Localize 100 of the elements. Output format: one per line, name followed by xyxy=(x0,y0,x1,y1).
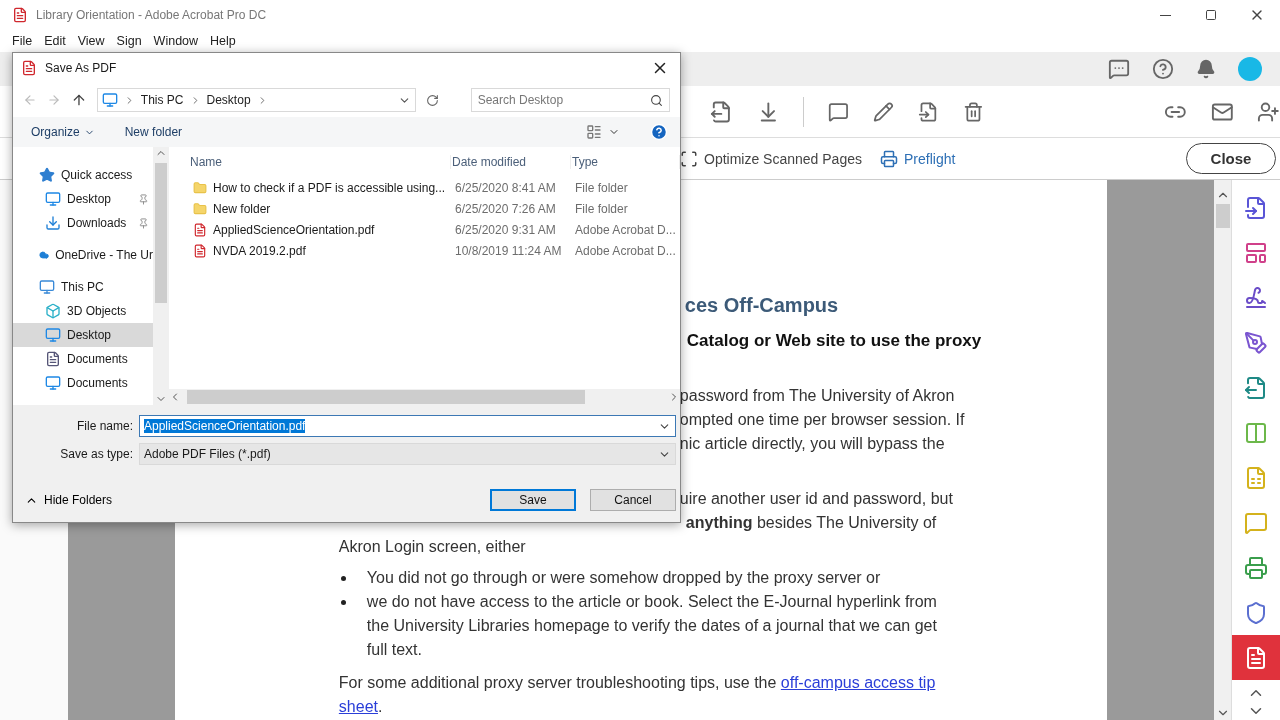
menu-item[interactable]: Help xyxy=(204,34,242,48)
trash-icon[interactable] xyxy=(962,100,984,123)
period: . xyxy=(378,698,383,715)
pin-icon xyxy=(138,193,149,205)
bullet-text: we do not have access to the article or book. Select the E-Journal hyperlink from the University Libraries homepage to verify the dates of a journal that we can get full text. xyxy=(366,592,938,660)
file-row[interactable]: How to check if a PDF is accessible using... 6/25/2020 8:41 AM File folder xyxy=(169,177,680,198)
date-cell-text: 6/25/2020 7:26 AM xyxy=(455,201,557,216)
save-type-select[interactable]: Adobe PDF Files (*.pdf) xyxy=(139,443,676,465)
monitor-icon xyxy=(45,191,61,207)
file-name: AppliedScienceOrientation.pdf xyxy=(193,222,455,237)
menu-item[interactable]: Sign xyxy=(110,34,148,48)
date-cell-text: 10/8/2019 11:24 AM xyxy=(455,243,563,258)
pdf-icon xyxy=(12,7,28,23)
nav-item[interactable]: OneDrive - The Ur xyxy=(13,243,153,267)
dialog-button[interactable]: Cancel xyxy=(590,489,676,511)
dialog-title: Save As PDF xyxy=(45,61,117,75)
file-import-icon[interactable] xyxy=(917,100,939,123)
paragraph: Akron Login screen, either xyxy=(338,537,527,557)
file-row[interactable]: NVDA 2019.2.pdf 10/8/2019 11:24 AM Adobe Acrobat D... xyxy=(169,240,680,261)
close-button[interactable]: Close xyxy=(1186,143,1276,174)
column-header[interactable]: Type xyxy=(571,155,680,169)
pin-icon xyxy=(138,217,149,229)
address-bar[interactable]: This PC Desktop xyxy=(96,88,416,112)
monitor-icon xyxy=(45,375,61,391)
file-name: NVDA 2019.2.pdf xyxy=(193,243,455,258)
pdf-icon xyxy=(193,222,207,237)
tool-link[interactable]: Preflight xyxy=(880,149,956,168)
file-name-field[interactable]: AppliedScienceOrientation.pdf xyxy=(139,415,676,437)
text-line: uire another user id and password, but xyxy=(679,489,954,509)
nav-item[interactable]: Desktop xyxy=(13,187,153,211)
tool-button[interactable] xyxy=(1232,635,1280,680)
date-cell-text: 6/25/2020 8:41 AM xyxy=(455,180,557,195)
pdf-icon xyxy=(193,243,207,258)
view-icon[interactable] xyxy=(586,124,602,140)
computer-icon xyxy=(101,92,118,108)
text-line: nic article directly, you will bypass the xyxy=(679,434,946,454)
heading: ces Off-Campus xyxy=(684,293,840,317)
breadcrumb[interactable]: This PC xyxy=(140,93,184,107)
computer-icon xyxy=(39,279,55,295)
star-icon xyxy=(39,167,55,183)
folder-icon xyxy=(193,180,207,195)
scroll-thumb[interactable] xyxy=(187,390,585,404)
breadcrumb[interactable]: Desktop xyxy=(206,93,251,107)
nav-item[interactable]: Documents xyxy=(13,347,153,371)
maximize-icon xyxy=(1205,9,1217,21)
bullet-text: You did not go through or were somehow dropped by the proxy server or xyxy=(366,568,882,588)
text-line: password from The University of Akron xyxy=(679,386,956,406)
menu-item[interactable]: File xyxy=(6,34,39,48)
file-row[interactable]: New folder 6/25/2020 7:26 AM File folder xyxy=(169,198,680,219)
document-icon xyxy=(45,351,61,367)
nav-item[interactable]: Quick access xyxy=(13,163,153,187)
type-cell-text: Adobe Acrobat D... xyxy=(575,243,677,258)
text-line: ompted one time per browser session. If xyxy=(679,410,966,430)
nav-item[interactable]: Desktop xyxy=(13,323,153,347)
scrollbar[interactable] xyxy=(169,389,680,405)
link[interactable]: sheet xyxy=(338,698,378,715)
file-name: How to check if a PDF is accessible using... xyxy=(193,180,455,195)
dialog-button[interactable]: Save xyxy=(490,489,576,511)
type-cell-text: Adobe Acrobat D... xyxy=(575,222,677,237)
nav-item[interactable]: This PC xyxy=(13,275,153,299)
file-row[interactable]: AppliedScienceOrientation.pdf 6/25/2020 9:31 AM Adobe Acrobat D... xyxy=(169,219,680,240)
nav-item[interactable]: Downloads xyxy=(13,211,153,235)
bullet-icon xyxy=(340,600,346,605)
search-field[interactable]: Search Desktop xyxy=(470,88,670,112)
scroll-thumb[interactable] xyxy=(155,163,167,303)
subheading: Catalog or Web site to use the proxy xyxy=(686,330,983,352)
menu-item[interactable]: Edit xyxy=(38,34,72,48)
field-label: Save as type: xyxy=(59,447,133,461)
menu-item[interactable]: View xyxy=(71,34,111,48)
pdf-file-icon xyxy=(1244,645,1268,670)
scrollbar[interactable] xyxy=(153,147,169,405)
paragraph: For some additional proxy server troubleshooting tips, use the xyxy=(338,674,778,691)
bullet-icon xyxy=(340,576,346,581)
link[interactable]: off-campus access tip xyxy=(780,674,936,691)
scroll-thumb[interactable] xyxy=(1215,204,1230,228)
column-header[interactable]: Date modified xyxy=(451,155,571,169)
refresh-icon[interactable] xyxy=(425,93,439,107)
monitor-icon xyxy=(45,327,61,343)
nav-item[interactable]: 3D Objects xyxy=(13,299,153,323)
bell-icon[interactable] xyxy=(1196,59,1216,79)
command-button[interactable]: New folder xyxy=(124,125,183,139)
minimize-icon xyxy=(1159,14,1171,16)
menu-item[interactable]: Window xyxy=(147,34,205,48)
folder-icon xyxy=(193,201,207,216)
command-button[interactable]: Organize xyxy=(31,125,95,139)
pdf-icon xyxy=(21,60,37,76)
window-title: Library Orientation - Adobe Acrobat Pro DC xyxy=(36,8,267,22)
date-cell-text: 6/25/2020 9:31 AM xyxy=(455,222,557,237)
type-cell-text: File folder xyxy=(575,201,629,216)
help-icon[interactable] xyxy=(1152,58,1174,80)
scrollbar[interactable] xyxy=(1214,180,1231,720)
column-header[interactable]: Name xyxy=(189,155,451,169)
type-cell-text: File folder xyxy=(575,180,629,195)
hide-folders-button[interactable]: Hide Folders xyxy=(25,493,113,507)
chat-icon[interactable] xyxy=(1108,58,1130,80)
field-label: File name: xyxy=(75,419,133,433)
nav-item[interactable]: Documents xyxy=(13,371,153,395)
cube-icon xyxy=(45,303,61,319)
tool-link[interactable]: Optimize Scanned Pages xyxy=(680,149,862,168)
comment-icon[interactable] xyxy=(828,100,850,123)
